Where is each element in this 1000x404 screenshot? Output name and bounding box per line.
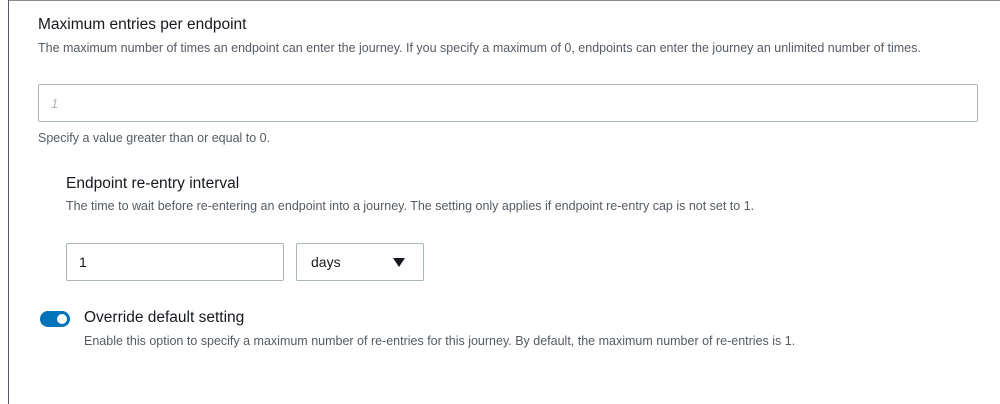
- override-default-description: Enable this option to specify a maximum …: [84, 334, 796, 348]
- reentry-interval-input[interactable]: [66, 243, 284, 281]
- toggle-knob: [57, 314, 67, 324]
- caret-down-icon: [393, 257, 405, 267]
- panel-left-border: [8, 0, 9, 404]
- max-entries-input[interactable]: [38, 84, 978, 122]
- reentry-interval-description: The time to wait before re-entering an e…: [66, 199, 755, 213]
- reentry-interval-unit-select[interactable]: days: [296, 243, 424, 281]
- override-default-label: Override default setting: [84, 309, 245, 326]
- reentry-interval-unit-value: days: [311, 254, 341, 270]
- reentry-interval-label: Endpoint re-entry interval: [66, 175, 240, 192]
- max-entries-label: Maximum entries per endpoint: [38, 16, 247, 33]
- override-default-toggle[interactable]: [40, 311, 70, 327]
- max-entries-hint: Specify a value greater than or equal to…: [38, 131, 271, 145]
- max-entries-description: The maximum number of times an endpoint …: [38, 41, 921, 55]
- panel-top-border: [8, 0, 1000, 1]
- journey-settings-panel: Maximum entries per endpoint The maximum…: [0, 0, 1000, 404]
